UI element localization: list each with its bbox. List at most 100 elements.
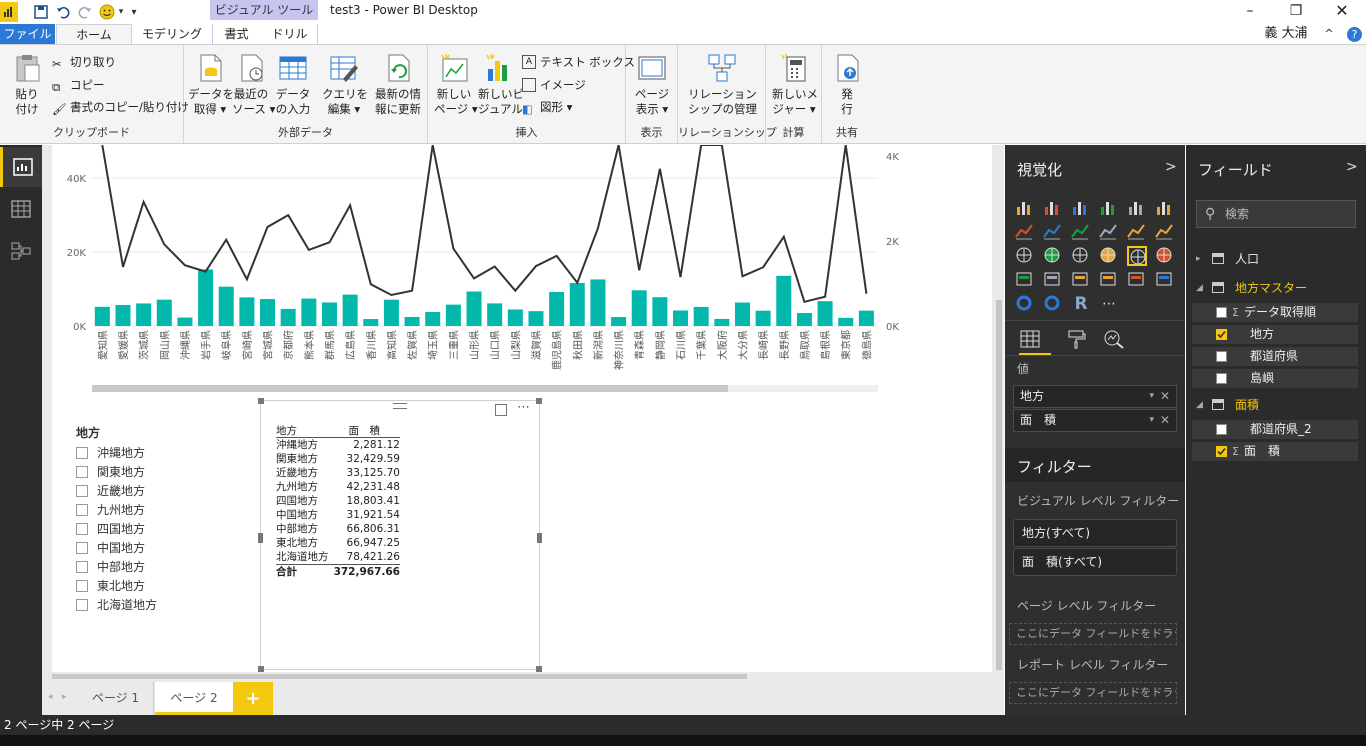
new-measure-button[interactable]: 新しいメ ジャー ▾ xyxy=(772,53,818,117)
well-remove-icon[interactable]: ✕ xyxy=(1160,386,1170,407)
bar[interactable] xyxy=(652,297,668,326)
page-filter-dropzone[interactable]: ここにデータ フィールドをドラッグ... xyxy=(1009,623,1177,645)
bar[interactable] xyxy=(611,317,627,326)
canvas-horizontal-scrollbar[interactable] xyxy=(52,674,747,679)
format-painter-button[interactable]: 🖌 書式のコピー/貼り付け xyxy=(52,98,189,116)
bar[interactable] xyxy=(301,298,317,326)
field-table-row[interactable]: ▸ 人口 xyxy=(1190,249,1358,269)
table-visual[interactable]: ⋯ 地方 面 積 沖縄地方 2,281.12 関東地方 32,429.59 近畿地方 33… xyxy=(258,398,542,672)
line-clustered-column-chart-icon[interactable] xyxy=(1127,222,1147,242)
page-view-button[interactable]: ページ 表示 ▾ xyxy=(632,53,672,117)
slicer-item[interactable]: 中国地方 xyxy=(76,538,145,557)
enter-data-button[interactable]: データ の入力 xyxy=(274,53,312,117)
bar[interactable] xyxy=(363,319,379,326)
value-well-area[interactable]: 面 積 ▾ ✕ xyxy=(1013,409,1177,432)
bar[interactable] xyxy=(280,308,296,326)
bar[interactable] xyxy=(260,299,276,326)
stacked-column-chart-icon[interactable] xyxy=(1043,198,1063,218)
add-page-button[interactable]: + xyxy=(233,682,273,715)
bar[interactable] xyxy=(590,279,606,326)
paste-button[interactable]: 貼り 付け xyxy=(8,53,46,117)
table-row[interactable]: 近畿地方 33,125.70 xyxy=(276,466,400,480)
field-item[interactable]: 都道府県_2 xyxy=(1192,420,1358,439)
chart-scrollbar-thumb[interactable] xyxy=(92,385,728,392)
field-checkbox[interactable] xyxy=(1216,329,1227,340)
expand-icon[interactable]: ◢ xyxy=(1196,395,1203,415)
publish-button[interactable]: 発 行 xyxy=(830,53,864,117)
close-button[interactable]: ✕ xyxy=(1319,0,1365,22)
matrix-icon[interactable] xyxy=(1155,246,1175,266)
tab-modeling[interactable]: モデリング xyxy=(140,24,204,44)
shapes-button[interactable]: ◧ 図形 ▾ xyxy=(522,98,572,116)
field-item[interactable]: 島嶼 xyxy=(1192,369,1358,388)
scroll-right-icon[interactable]: ▸ xyxy=(62,692,67,702)
fields-tab-icon[interactable] xyxy=(1019,329,1051,355)
slicer-checkbox[interactable] xyxy=(76,522,88,535)
bar[interactable] xyxy=(198,269,214,326)
edit-queries-button[interactable]: クエリを 編集 ▾ xyxy=(322,53,368,117)
collapse-icon[interactable]: ▸ xyxy=(1196,249,1201,269)
field-item[interactable]: 都道府県 xyxy=(1192,347,1358,366)
bar[interactable] xyxy=(776,275,792,326)
refresh-button[interactable]: 最新の情 報に更新 xyxy=(372,53,424,117)
new-visual-button[interactable]: 新しいビ ジュアル xyxy=(478,53,524,117)
slicer-item[interactable]: 沖縄地方 xyxy=(76,443,145,462)
table-row[interactable]: 四国地方 18,803.41 xyxy=(276,494,400,508)
filled-map-icon[interactable] xyxy=(1015,270,1035,290)
table-row[interactable]: 沖縄地方 2,281.12 xyxy=(276,438,400,452)
table-row[interactable]: 中国地方 31,921.54 xyxy=(276,508,400,522)
field-checkbox[interactable] xyxy=(1216,424,1227,435)
cut-button[interactable]: ✂ 切り取り xyxy=(52,53,116,71)
collapse-pane-chevron-icon[interactable]: > xyxy=(1165,159,1177,175)
chart-scrollbar-track[interactable] xyxy=(92,385,878,392)
percent-bar-chart-icon[interactable] xyxy=(1127,198,1147,218)
more-options-icon[interactable]: ⋯ xyxy=(517,400,530,415)
bar[interactable] xyxy=(714,318,730,326)
bar[interactable] xyxy=(569,282,585,326)
report-view-button[interactable] xyxy=(0,147,42,187)
bar[interactable] xyxy=(94,306,110,326)
bar[interactable] xyxy=(218,286,234,326)
slicer-icon[interactable] xyxy=(1015,294,1035,314)
clustered-column-chart-icon[interactable] xyxy=(1099,198,1119,218)
resize-handle-nw[interactable] xyxy=(258,398,264,404)
multi-row-card-icon[interactable] xyxy=(1099,270,1119,290)
bar[interactable] xyxy=(838,317,854,326)
table-row[interactable]: 九州地方 42,231.48 xyxy=(276,480,400,494)
table-header-area[interactable]: 面 積 xyxy=(349,424,381,438)
slicer-checkbox[interactable] xyxy=(76,541,88,554)
copy-button[interactable]: ⧉ コピー xyxy=(52,76,105,94)
tab-format[interactable]: 書式 xyxy=(212,24,260,44)
well-remove-icon[interactable]: ✕ xyxy=(1160,410,1170,431)
table-visual-icon[interactable] xyxy=(1127,246,1147,266)
bar[interactable] xyxy=(549,292,565,326)
tab-page-2[interactable]: ページ 2 xyxy=(155,682,233,715)
slicer-checkbox[interactable] xyxy=(76,579,88,592)
table-row[interactable]: 北海道地方 78,421.26 xyxy=(276,550,400,564)
bar[interactable] xyxy=(156,299,172,326)
resize-handle-w[interactable] xyxy=(258,533,263,543)
treemap-icon[interactable] xyxy=(1071,246,1091,266)
slicer-checkbox[interactable] xyxy=(76,484,88,497)
table-row[interactable]: 東北地方 66,947.25 xyxy=(276,536,400,550)
field-item[interactable]: 地方 xyxy=(1192,325,1358,344)
bar[interactable] xyxy=(487,303,503,326)
recent-sources-button[interactable]: 最近の ソース ▾ xyxy=(232,53,275,117)
tab-drill[interactable]: ドリル xyxy=(262,24,318,44)
undo-icon[interactable] xyxy=(54,3,72,21)
bar[interactable] xyxy=(177,317,193,326)
data-view-button[interactable] xyxy=(0,189,42,229)
bar[interactable] xyxy=(466,291,482,326)
stacked-bar-chart-icon[interactable] xyxy=(1015,198,1035,218)
bar[interactable] xyxy=(445,304,461,326)
format-paintroller-icon[interactable] xyxy=(1065,329,1087,352)
value-well-region[interactable]: 地方 ▾ ✕ xyxy=(1013,385,1177,408)
user-name[interactable]: 義 大浦 xyxy=(1258,24,1314,44)
bar[interactable] xyxy=(239,297,255,326)
save-icon[interactable] xyxy=(32,3,50,21)
bar[interactable] xyxy=(734,302,750,326)
expand-icon[interactable]: ◢ xyxy=(1196,278,1203,298)
tab-page-1[interactable]: ページ 1 xyxy=(78,682,154,715)
line-series[interactable] xyxy=(101,145,868,303)
funnel-chart-icon[interactable] xyxy=(1043,270,1063,290)
